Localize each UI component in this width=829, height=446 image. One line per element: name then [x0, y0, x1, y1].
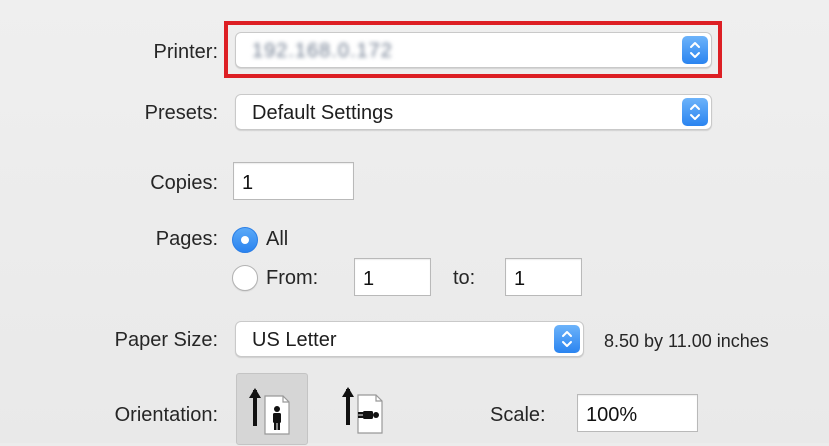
- pages-to-label: to:: [453, 267, 476, 289]
- portrait-orientation-button[interactable]: [236, 373, 308, 445]
- paper-size-dimensions: 8.50 by 11.00 inches: [604, 331, 769, 351]
- pages-from-value: 1: [363, 268, 375, 290]
- pages-label: Pages:: [155, 228, 218, 250]
- printer-highlight-box: [224, 21, 722, 78]
- presets-select-value: Default Settings: [252, 102, 394, 124]
- presets-label: Presets:: [144, 102, 218, 124]
- presets-select[interactable]: Default Settings: [235, 94, 712, 130]
- pages-from-label: From:: [266, 267, 319, 289]
- printer-label: Printer:: [153, 41, 218, 63]
- pages-all-radio[interactable]: [232, 227, 258, 253]
- copies-value: 1: [242, 172, 254, 194]
- landscape-orientation-button[interactable]: [330, 373, 402, 445]
- paper-size-select[interactable]: US Letter: [235, 321, 584, 357]
- landscape-orientation-icon: [342, 387, 383, 434]
- scale-field[interactable]: 100%: [577, 394, 698, 432]
- print-dialog-panel: Printer: 192.168.0.172 Presets: Default …: [0, 0, 829, 445]
- pages-all-label: All: [266, 228, 289, 250]
- paper-size-select-value: US Letter: [252, 329, 337, 351]
- copies-field[interactable]: 1: [233, 162, 354, 200]
- paper-size-select-stepper-icon: [554, 325, 580, 353]
- presets-select-stepper-icon: [682, 98, 708, 126]
- orientation-label: Orientation:: [114, 404, 218, 426]
- portrait-orientation-icon: [249, 388, 290, 435]
- paper-size-label: Paper Size:: [114, 329, 218, 351]
- pages-to-field[interactable]: 1: [505, 258, 582, 296]
- pages-from-radio[interactable]: [232, 265, 258, 291]
- scale-value: 100%: [586, 404, 638, 426]
- pages-to-value: 1: [514, 268, 526, 290]
- copies-label: Copies:: [150, 172, 218, 194]
- pages-from-field[interactable]: 1: [354, 258, 431, 296]
- scale-label: Scale:: [490, 404, 546, 426]
